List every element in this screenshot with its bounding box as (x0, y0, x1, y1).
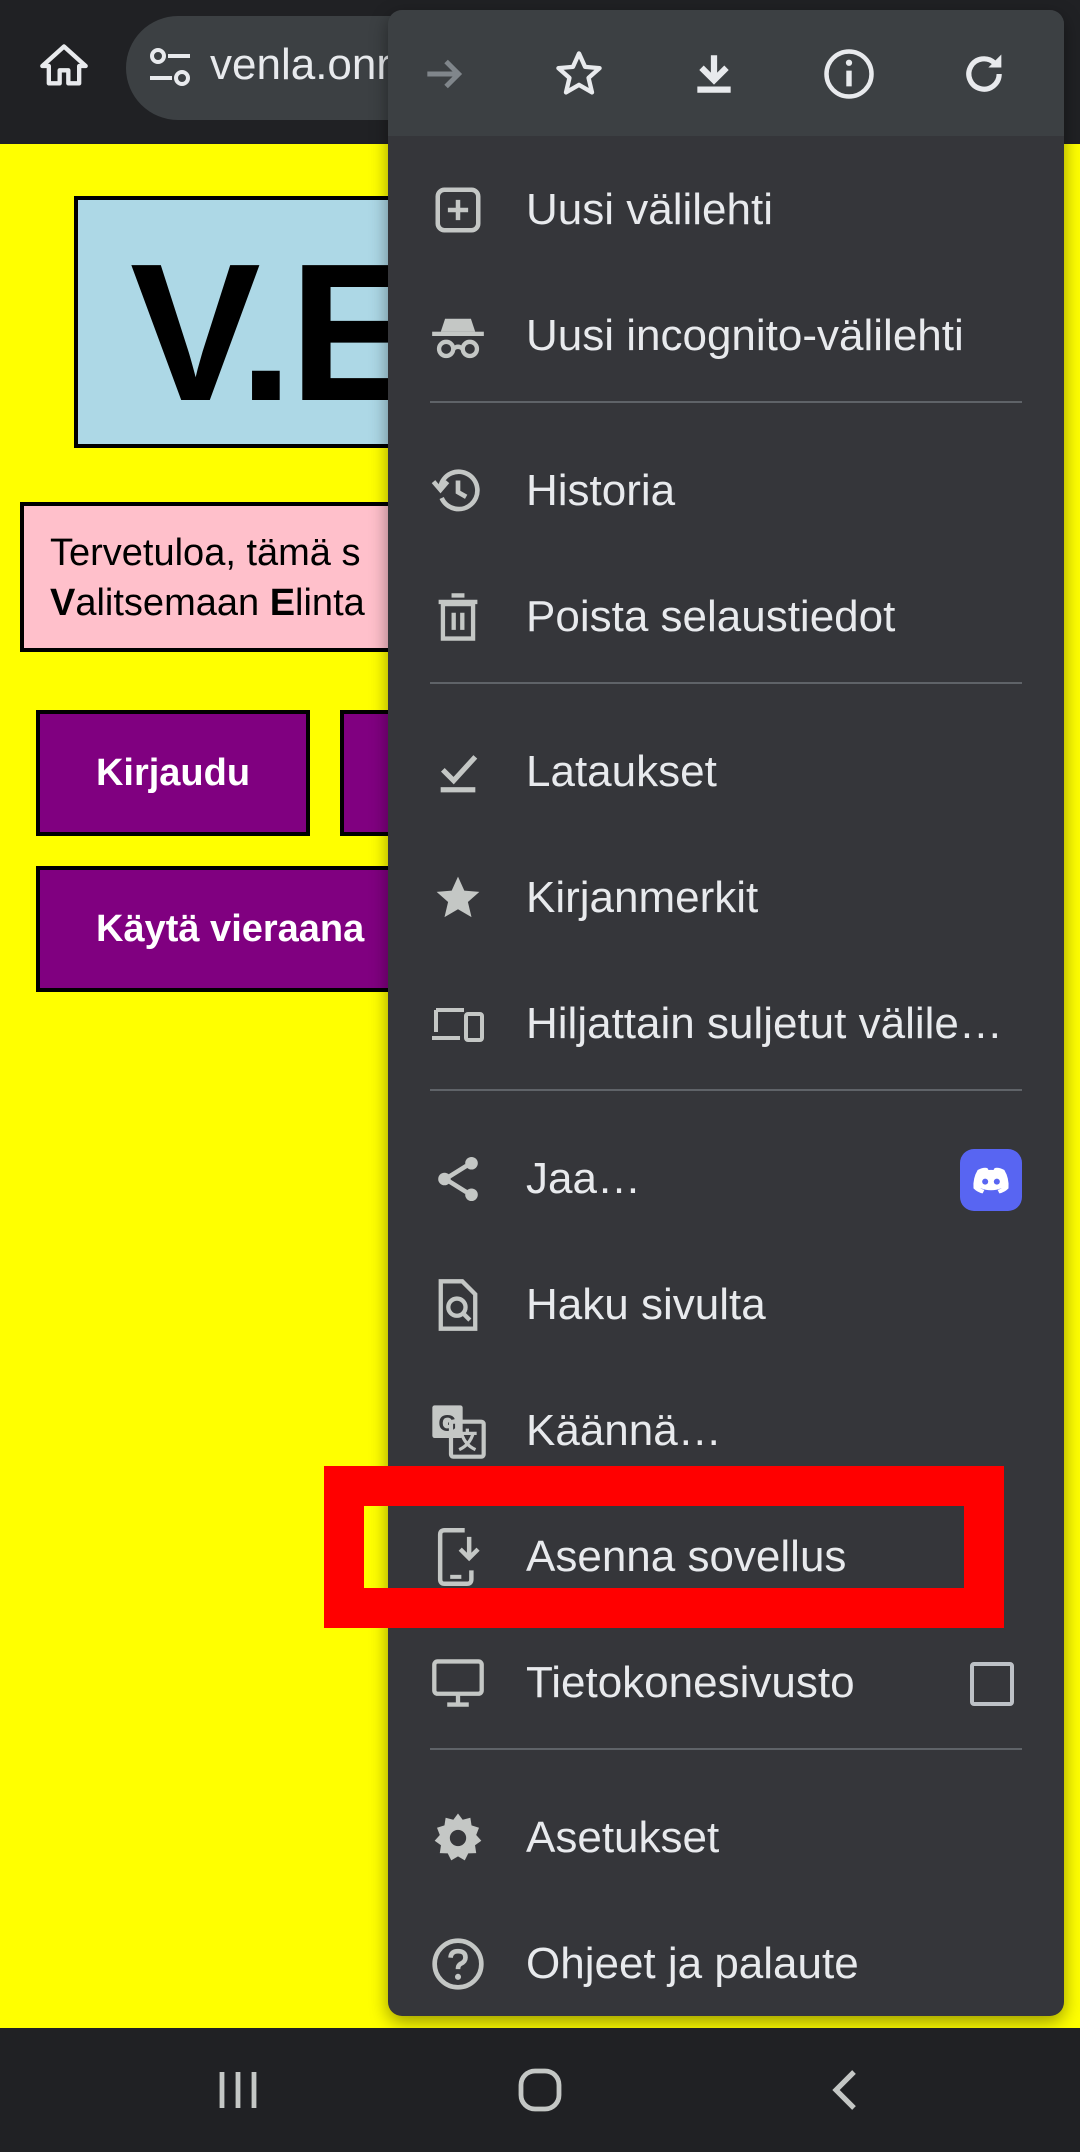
menu-item-settings[interactable]: Asetukset (388, 1775, 1064, 1901)
menu-divider (430, 682, 1022, 684)
login-button[interactable]: Kirjaudu (36, 710, 310, 836)
menu-item-downloads[interactable]: Lataukset (388, 709, 1064, 835)
translate-icon: G (430, 1403, 486, 1459)
tune-icon[interactable] (146, 46, 194, 90)
system-nav-bar (0, 2028, 1080, 2152)
install-app-icon (430, 1528, 486, 1586)
help-icon (430, 1936, 486, 1992)
incognito-icon (430, 308, 486, 364)
menu-item-share[interactable]: Jaa… (388, 1116, 1064, 1242)
menu-toolbar (388, 10, 1064, 136)
menu-item-bookmarks[interactable]: Kirjanmerkit (388, 835, 1064, 961)
menu-item-incognito[interactable]: Uusi incognito-välilehti (388, 273, 1064, 399)
share-icon (430, 1151, 486, 1207)
downloads-check-icon (430, 744, 486, 800)
guest-button-label: Käytä vieraana (96, 907, 365, 950)
menu-item-translate[interactable]: G Käännä… (388, 1368, 1064, 1494)
home-icon[interactable] (30, 32, 98, 100)
menu-item-install-app[interactable]: Asenna sovellus (388, 1494, 1064, 1620)
find-in-page-icon (430, 1277, 486, 1333)
trash-icon (430, 589, 486, 645)
desktop-icon (430, 1655, 486, 1711)
overflow-menu: Uusi välilehti Uusi incognito-välilehti … (388, 10, 1064, 2016)
gear-icon (430, 1810, 486, 1866)
recent-apps-icon[interactable] (204, 2058, 272, 2122)
desktop-site-checkbox[interactable] (970, 1662, 1014, 1706)
info-icon[interactable] (815, 40, 883, 108)
url-text: venla.onr (210, 40, 392, 89)
new-tab-icon (430, 182, 486, 238)
menu-divider (430, 1089, 1022, 1091)
menu-item-clear-data[interactable]: Poista selaustiedot (388, 554, 1064, 680)
menu-item-new-tab[interactable]: Uusi välilehti (388, 147, 1064, 273)
back-icon[interactable] (810, 2058, 878, 2122)
reload-icon[interactable] (950, 40, 1018, 108)
menu-item-help[interactable]: Ohjeet ja palaute (388, 1901, 1064, 2016)
download-icon[interactable] (680, 40, 748, 108)
bookmark-star-icon[interactable] (545, 40, 613, 108)
menu-item-history[interactable]: Historia (388, 428, 1064, 554)
site-title: V.E (130, 223, 420, 442)
menu-item-recent-tabs[interactable]: Hiljattain suljetut välile… (388, 961, 1064, 1087)
devices-icon (430, 996, 486, 1052)
home-nav-icon[interactable] (506, 2058, 574, 2122)
menu-item-find-in-page[interactable]: Haku sivulta (388, 1242, 1064, 1368)
star-icon (430, 870, 486, 926)
menu-item-desktop-site[interactable]: Tietokonesivusto (388, 1620, 1064, 1746)
menu-divider (430, 1748, 1022, 1750)
history-icon (430, 463, 486, 519)
discord-icon[interactable] (960, 1149, 1022, 1211)
menu-divider (430, 401, 1022, 403)
forward-icon[interactable] (410, 40, 478, 108)
